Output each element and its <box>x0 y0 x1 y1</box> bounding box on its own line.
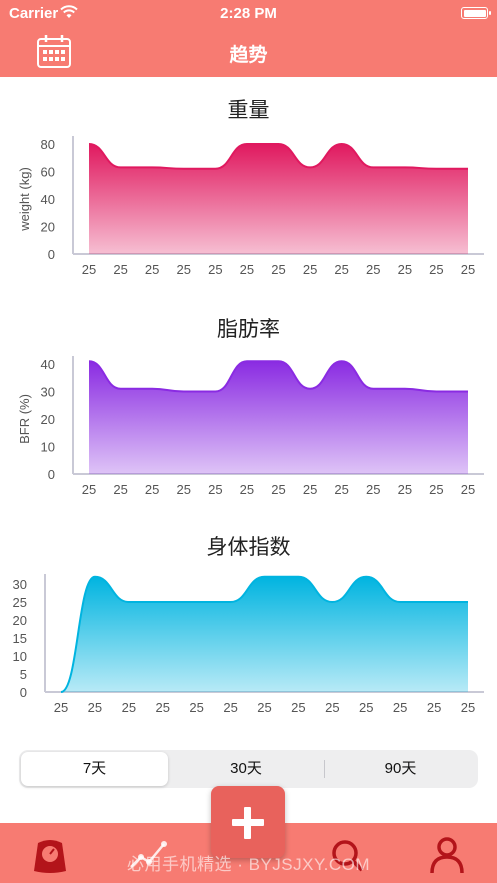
x-tick-label: 25 <box>223 700 237 715</box>
y-tick-label: 20 <box>41 412 55 427</box>
x-tick-label: 25 <box>359 700 373 715</box>
x-tick-label: 25 <box>334 262 348 277</box>
x-tick-label: 25 <box>461 700 475 715</box>
body-index-chart-title: 身体指数 <box>206 536 291 559</box>
bfr-chart: 脂肪率 0 10 20 30 40 BFR (%) 25 25 25 25 25 25 25 25 25 25… <box>0 308 497 508</box>
x-tick-label: 25 <box>208 262 222 277</box>
status-time: 2:28 PM <box>220 5 277 22</box>
y-axis-label: BFR (%) <box>17 394 32 444</box>
weight-chart: 重量 0 20 40 60 80 weight (kg) 25 25 25 25 25 25 25 25 2… <box>0 88 497 288</box>
x-tick-label: 25 <box>82 482 96 497</box>
series-area <box>89 361 468 474</box>
segment-30-days[interactable]: 30天 <box>169 752 323 786</box>
x-tick-label: 25 <box>177 262 191 277</box>
status-bar: Carrier 2:28 PM <box>0 0 497 26</box>
weight-chart-plot: 0 20 40 60 80 weight (kg) 25 25 25 25 25 25 25 25 25 25… <box>17 136 484 277</box>
x-tick-label: 25 <box>145 482 159 497</box>
bfr-chart-plot: 0 10 20 30 40 BFR (%) 25 25 25 25 25 25 25 25 25 25 25 25… <box>17 356 484 497</box>
bfr-chart-title: 脂肪率 <box>217 318 280 341</box>
x-tick-label: 25 <box>429 262 443 277</box>
x-tick-label: 25 <box>398 482 412 497</box>
y-tick-label: 30 <box>13 577 27 592</box>
x-tick-label: 25 <box>461 482 475 497</box>
y-tick-label: 5 <box>20 667 27 682</box>
y-tick-label: 0 <box>48 467 55 482</box>
x-tick-label: 25 <box>208 482 222 497</box>
y-tick-label: 20 <box>13 613 27 628</box>
segment-90-days[interactable]: 90天 <box>325 752 476 786</box>
weight-chart-title: 重量 <box>227 99 270 122</box>
y-tick-label: 25 <box>13 595 27 610</box>
x-tick-label: 25 <box>240 482 254 497</box>
y-tick-label: 10 <box>41 440 55 455</box>
x-tick-label: 25 <box>122 700 136 715</box>
x-tick-label: 25 <box>366 482 380 497</box>
y-tick-label: 40 <box>41 192 55 207</box>
x-tick-label: 25 <box>113 482 127 497</box>
period-segmented-control: 7天 30天 90天 <box>19 750 478 788</box>
y-tick-label: 40 <box>41 357 55 372</box>
segment-7-days[interactable]: 7天 <box>21 752 168 786</box>
add-record-button[interactable] <box>211 786 285 858</box>
series-area <box>89 144 468 254</box>
x-tick-label: 25 <box>54 700 68 715</box>
y-tick-label: 0 <box>48 247 55 262</box>
x-tick-label: 25 <box>271 482 285 497</box>
x-tick-label: 25 <box>240 262 254 277</box>
y-tick-label: 10 <box>13 649 27 664</box>
page-title: 趋势 <box>229 45 268 66</box>
x-tick-label: 25 <box>334 482 348 497</box>
y-tick-label: 20 <box>41 220 55 235</box>
y-tick-label: 60 <box>41 165 55 180</box>
x-tick-label: 25 <box>82 262 96 277</box>
y-tick-label: 80 <box>41 137 55 152</box>
x-tick-label: 25 <box>393 700 407 715</box>
battery-icon <box>461 7 491 19</box>
y-tick-label: 30 <box>41 385 55 400</box>
series-area <box>61 576 468 692</box>
x-tick-label: 25 <box>88 700 102 715</box>
y-tick-label: 15 <box>13 631 27 646</box>
x-tick-label: 25 <box>291 700 305 715</box>
x-tick-label: 25 <box>366 262 380 277</box>
x-tick-label: 25 <box>429 482 443 497</box>
x-tick-label: 25 <box>271 262 285 277</box>
x-tick-label: 25 <box>461 262 475 277</box>
x-tick-label: 25 <box>303 262 317 277</box>
x-tick-label: 25 <box>427 700 441 715</box>
body-index-chart-plot: 0 5 10 15 20 25 30 25 25 25 25 25 25 25 25 25 25 25 25 25 <box>13 574 484 715</box>
watermark: 必用手机精选 · BYJSJXY.COM <box>127 855 370 874</box>
x-tick-label: 25 <box>145 262 159 277</box>
x-tick-label: 25 <box>257 700 271 715</box>
x-tick-label: 25 <box>398 262 412 277</box>
x-tick-label: 25 <box>303 482 317 497</box>
x-tick-label: 25 <box>156 700 170 715</box>
y-tick-label: 0 <box>20 685 27 700</box>
x-tick-label: 25 <box>189 700 203 715</box>
navigation-header: Carrier 2:28 PM 趋势 <box>0 0 497 77</box>
y-axis-label: weight (kg) <box>17 167 32 232</box>
body-index-chart: 身体指数 0 5 10 15 20 25 30 25 25 25 25 25 25 25 25 25 25 25 2… <box>0 526 497 726</box>
x-tick-label: 25 <box>177 482 191 497</box>
x-tick-label: 25 <box>325 700 339 715</box>
x-tick-label: 25 <box>113 262 127 277</box>
